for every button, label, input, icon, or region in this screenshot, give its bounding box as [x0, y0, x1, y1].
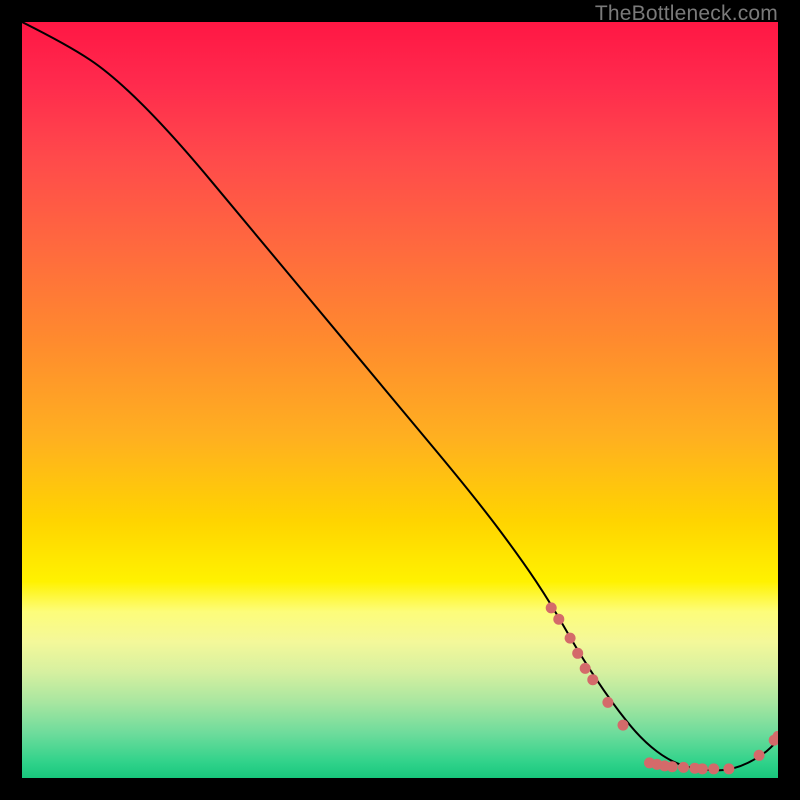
plot-area	[22, 22, 778, 778]
chart-svg	[22, 22, 778, 778]
bottleneck-curve	[22, 22, 778, 770]
curve-marker	[723, 763, 734, 774]
curve-marker	[553, 614, 564, 625]
curve-marker	[546, 602, 557, 613]
chart-stage: TheBottleneck.com	[0, 0, 800, 800]
curve-marker	[587, 674, 598, 685]
curve-marker	[667, 761, 678, 772]
curve-marker	[580, 663, 591, 674]
curve-marker	[697, 763, 708, 774]
curve-marker	[708, 763, 719, 774]
curve-marker	[754, 750, 765, 761]
curve-marker	[618, 720, 629, 731]
curve-marker	[678, 762, 689, 773]
curve-marker	[565, 633, 576, 644]
curve-markers	[546, 602, 778, 774]
curve-marker	[602, 697, 613, 708]
curve-marker	[572, 648, 583, 659]
